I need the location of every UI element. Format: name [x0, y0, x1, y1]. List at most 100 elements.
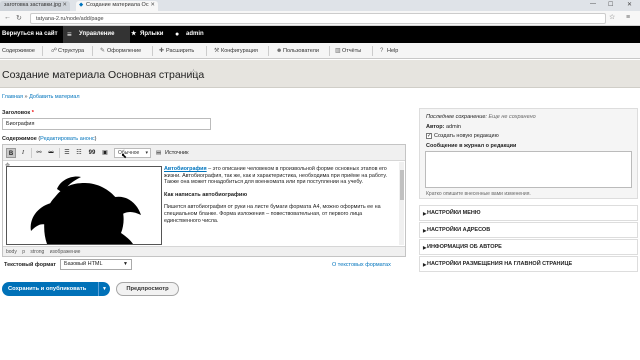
minimize-icon[interactable]: — [590, 1, 596, 7]
page-title: Создание материала Основная страница [2, 69, 205, 81]
numbered-list-icon[interactable]: ☷ [74, 148, 84, 158]
last-saved-value: Еще не сохранено [488, 114, 536, 120]
image-icon[interactable]: ▣ [100, 148, 110, 158]
title-input[interactable]: Биография [2, 118, 211, 130]
paragraph-format-select[interactable]: Обычное ▾ [114, 148, 151, 158]
breadcrumb-add-content-link[interactable]: Добавить материал [29, 94, 79, 100]
divider [268, 46, 269, 56]
menu-item-label: Содержимое [2, 48, 35, 54]
address-bar-row: ← ↻ tatyana-2.ru/node/add/page ☆ ≡ [0, 11, 640, 26]
save-publish-label: Сохранить и опубликовать [8, 286, 87, 292]
menu-item-structure[interactable]: ☍ Структура [51, 43, 84, 59]
menu-item-help[interactable]: ? Help [380, 43, 398, 59]
text-format-help-link[interactable]: О текстовых форматах [332, 262, 391, 268]
source-button[interactable]: ▤ Источник [154, 148, 189, 158]
shortcut-star-icon[interactable]: ☆ [189, 68, 198, 79]
chevron-down-icon: ▾ [145, 150, 148, 156]
divider [329, 46, 330, 56]
new-revision-row: ✓ Создать новую редакцию [426, 133, 499, 139]
title-label-text: Заголовок [2, 110, 31, 116]
dropdown-caret-icon[interactable]: ▼ [98, 282, 110, 296]
shortcuts-tab[interactable]: ★ Ярлыки [131, 26, 163, 43]
browser-tab-create-page[interactable]: ◆ Создание материала Ос ✕ [76, 1, 158, 11]
manage-tab[interactable]: ≡ Управление [63, 26, 130, 43]
bulleted-list-icon[interactable]: ☰ [62, 148, 72, 158]
user-label: admin [186, 31, 204, 37]
drupal-favicon-icon: ◆ [79, 2, 84, 8]
autobiography-link[interactable]: Автобиография [164, 166, 207, 172]
url-field[interactable]: tatyana-2.ru/node/add/page [30, 13, 606, 24]
manage-label: Управление [79, 31, 115, 37]
paragraph: Автобиография – это описание человеком в… [164, 166, 398, 186]
source-label: Источник [165, 150, 189, 156]
close-icon[interactable]: ✕ [150, 2, 155, 8]
menu-item-label: Пользователи [283, 48, 319, 54]
title-label: Заголовок * [2, 110, 34, 116]
italic-button[interactable]: I [18, 148, 28, 158]
help-icon: ? [380, 48, 384, 54]
accordion-author-info[interactable]: ▶ ИНФОРМАЦИЯ ОБ АВТОРЕ [419, 239, 638, 255]
accordion-menu-settings[interactable]: ▶ НАСТРОЙКИ МЕНЮ [419, 205, 638, 221]
menu-item-appearance[interactable]: ✎ Оформление [100, 43, 141, 59]
maximize-icon[interactable]: ☐ [608, 1, 613, 8]
accordion-url-settings[interactable]: ▶ НАСТРОЙКИ АДРЕСОВ [419, 222, 638, 238]
accordion-label: ИНФОРМАЦИЯ ОБ АВТОРЕ [427, 244, 502, 250]
editor-scrollbar-thumb[interactable] [400, 170, 404, 200]
admin-toolbar: Вернуться на сайт ≡ Управление ★ Ярлыки … [0, 26, 640, 43]
reload-icon[interactable]: ↻ [16, 14, 22, 22]
back-to-site-link[interactable]: Вернуться на сайт [2, 26, 58, 43]
breadcrumb-home-link[interactable]: Главная [2, 94, 23, 100]
menu-item-extend[interactable]: ✚ Расширить [159, 43, 194, 59]
revision-log-textarea[interactable] [425, 151, 632, 188]
window-close-icon[interactable]: ✕ [627, 1, 632, 8]
chart-icon: ▥ [335, 48, 341, 54]
people-icon: ☻ [276, 48, 283, 54]
link-icon[interactable]: ⚯ [34, 148, 44, 158]
accordion-label: НАСТРОЙКИ РАЗМЕЩЕНИЯ НА ГЛАВНОЙ СТРАНИЦЕ [427, 261, 573, 267]
paragraph: Пишется автобиография от руки на листе б… [164, 204, 381, 224]
path-item[interactable]: body [6, 249, 17, 255]
meta-panel: Последнее сохранение: Еще не сохранено А… [419, 108, 638, 199]
star-bookmark-icon[interactable]: ☆ [609, 13, 615, 21]
edit-summary-link[interactable]: Редактировать анонс [40, 136, 94, 142]
accordion-promotion-options[interactable]: ▶ НАСТРОЙКИ РАЗМЕЩЕНИЯ НА ГЛАВНОЙ СТРАНИ… [419, 256, 638, 272]
text-format-label: Текстовый формат [4, 262, 56, 268]
accordion-label: НАСТРОЙКИ АДРЕСОВ [427, 227, 491, 233]
tab-title: Создание материала Ос [86, 2, 149, 8]
path-item[interactable]: изображение [50, 249, 81, 255]
back-arrow-icon[interactable]: ← [4, 14, 11, 21]
star-icon: ★ [131, 31, 137, 37]
path-item[interactable]: strong [30, 249, 44, 255]
divider [372, 46, 373, 56]
paren-close: ) [94, 136, 97, 142]
menu-item-content[interactable]: Содержимое [0, 43, 35, 59]
source-icon: ▤ [156, 150, 162, 156]
bold-button[interactable]: B [6, 148, 16, 158]
menu-item-label: Структура [58, 48, 85, 54]
user-tab[interactable]: ● admin [175, 26, 204, 43]
menu-item-label: Оформление [107, 48, 142, 54]
page-header: Создание материала Основная страница ☆ [0, 60, 640, 88]
unlink-icon[interactable]: ⚯ [46, 148, 56, 158]
divider [152, 46, 153, 56]
path-item[interactable]: p [22, 249, 25, 255]
blockquote-button[interactable]: 99 [87, 148, 97, 158]
browser-tab-image[interactable]: заготовка заставки.jpg ✕ [0, 1, 70, 11]
shortcuts-label: Ярлыки [140, 31, 164, 37]
preview-button[interactable]: Предпросмотр [116, 282, 179, 296]
new-revision-checkbox[interactable]: ✓ [426, 133, 432, 139]
revision-log-label: Сообщение в журнал о редакции [426, 143, 517, 149]
save-publish-button[interactable]: Сохранить и опубликовать ▼ [2, 282, 110, 296]
browser-menu-icon[interactable]: ≡ [626, 14, 630, 21]
close-icon[interactable]: ✕ [62, 2, 67, 8]
editor-image[interactable] [6, 166, 162, 245]
chevron-down-icon: ▼ [123, 261, 128, 267]
menu-item-people[interactable]: ☻ Пользователи [276, 43, 319, 59]
editor-content-area[interactable]: ✥ Автобиография – это описание человеком… [3, 162, 405, 245]
menu-item-reports[interactable]: ▥ Отчёты [335, 43, 361, 59]
text-format-select[interactable]: Базовый HTML ▼ [60, 259, 132, 270]
menu-item-configuration[interactable]: ⚒ Конфигурация [214, 43, 258, 59]
content-heading: Как написать автобиографию [164, 191, 248, 198]
user-icon: ● [175, 31, 180, 38]
menu-item-label: Конфигурация [221, 48, 258, 54]
